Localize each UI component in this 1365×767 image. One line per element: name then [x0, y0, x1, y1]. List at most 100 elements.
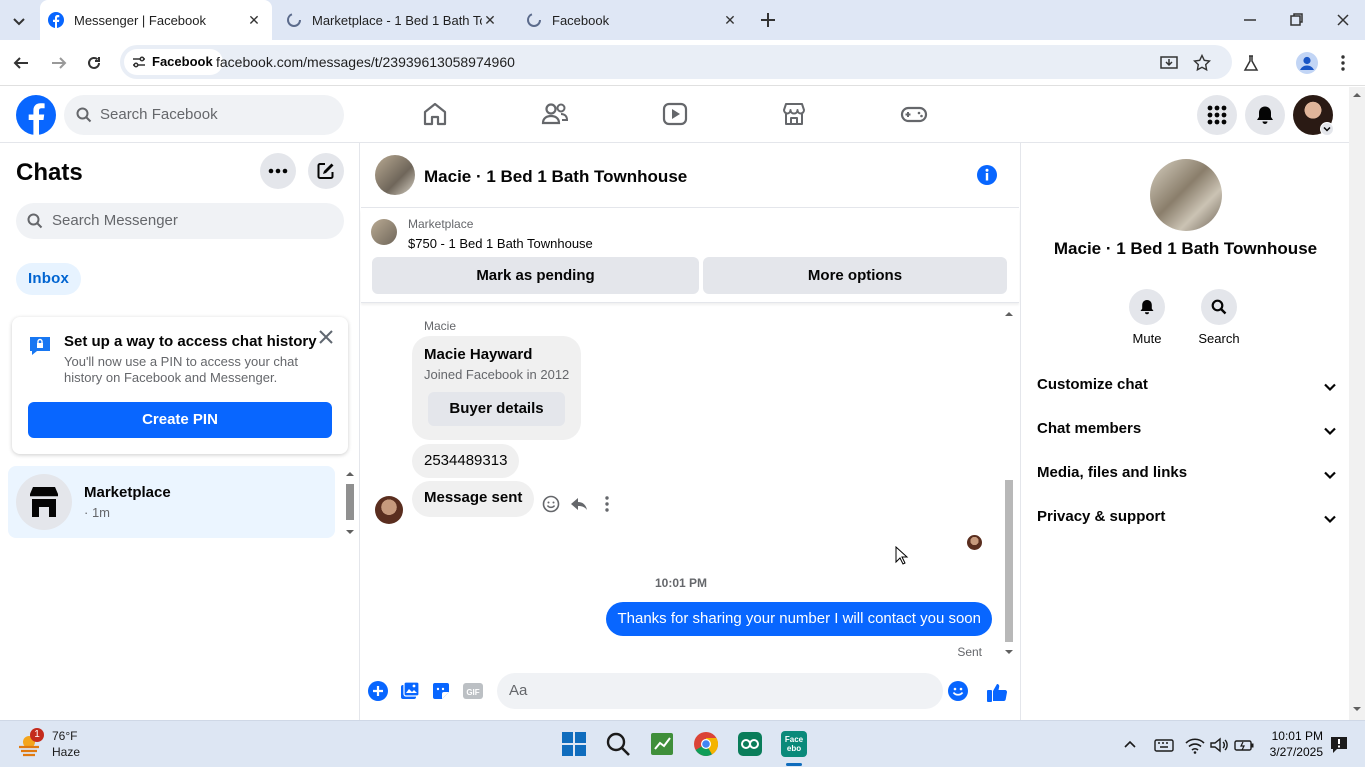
add-plus-icon[interactable]	[367, 680, 389, 702]
details-title: Macie · 1 Bed 1 Bath Townhouse	[1053, 239, 1318, 258]
chrome-icon[interactable]	[691, 729, 721, 759]
minimize-icon[interactable]	[1242, 12, 1258, 28]
watch-video-icon[interactable]	[660, 99, 690, 129]
close-window-icon[interactable]	[1335, 12, 1351, 28]
sender-avatar[interactable]	[375, 496, 403, 524]
marketplace-icon[interactable]	[779, 99, 809, 129]
sticker-icon[interactable]	[430, 680, 452, 702]
thumbs-up-icon[interactable]	[985, 680, 1008, 702]
react-emoji-icon[interactable]	[541, 494, 561, 514]
search-icon	[76, 107, 92, 123]
svg-text:ebo: ebo	[787, 744, 801, 753]
conversation-details-panel: Macie · 1 Bed 1 Bath Townhouse Mute Sear…	[1020, 143, 1349, 720]
friends-icon[interactable]	[540, 99, 570, 129]
seen-by-avatar	[967, 535, 982, 550]
account-chevron-icon[interactable]	[1320, 122, 1334, 136]
menu-grid-button[interactable]	[1197, 95, 1237, 135]
message-input[interactable]: Aa	[497, 673, 943, 709]
search-facebook-input[interactable]: Search Facebook	[64, 95, 344, 135]
install-app-icon[interactable]	[1160, 54, 1178, 72]
details-avatar[interactable]	[1150, 159, 1222, 231]
my-message-bubble[interactable]: Thanks for sharing your number I will co…	[606, 602, 992, 636]
message-status: Sent	[957, 645, 982, 659]
compose-icon	[316, 161, 336, 181]
attach-photo-icon[interactable]	[399, 680, 421, 702]
keyboard-icon[interactable]	[1152, 733, 1176, 757]
omnibox[interactable]: Facebook facebook.com/messages/t/2393961…	[120, 45, 1232, 79]
message-bubble-sent[interactable]: Message sent	[412, 481, 535, 517]
privacy-support-section[interactable]: Privacy & support	[1037, 508, 1337, 532]
marketplace-store-icon	[27, 485, 61, 519]
gif-icon[interactable]: GIF	[462, 680, 484, 702]
tab-label: Facebook	[552, 12, 610, 28]
clock-date[interactable]: 3/27/2025	[1270, 745, 1323, 759]
inbox-filter-tab[interactable]: Inbox	[16, 263, 81, 295]
reload-icon[interactable]	[85, 54, 103, 72]
more-vertical-icon[interactable]	[597, 494, 617, 514]
search-messenger-input[interactable]: Search Messenger	[16, 203, 344, 239]
recorder-app-icon[interactable]	[735, 729, 765, 759]
customize-chat-section[interactable]: Customize chat	[1037, 376, 1337, 400]
chat-lock-icon	[28, 335, 52, 357]
more-options-button[interactable]: More options	[703, 257, 1007, 294]
chat-list-item-marketplace[interactable]: Marketplace · 1m	[8, 466, 335, 538]
page-scrollbar[interactable]	[1349, 87, 1365, 720]
emoji-icon[interactable]	[947, 680, 969, 702]
clock-time[interactable]: 10:01 PM	[1272, 729, 1323, 743]
battery-icon[interactable]	[1232, 733, 1256, 757]
gaming-icon[interactable]	[899, 99, 929, 129]
bookmark-star-icon[interactable]	[1193, 54, 1211, 72]
taskbar-search-icon[interactable]	[603, 729, 633, 759]
home-icon[interactable]	[420, 99, 450, 129]
back-icon[interactable]	[12, 54, 30, 72]
facebook-app-icon[interactable]: Face ebo	[779, 729, 809, 759]
restore-icon[interactable]	[1288, 12, 1304, 28]
buyer-details-button[interactable]: Buyer details	[428, 392, 565, 426]
volume-icon[interactable]	[1207, 733, 1231, 757]
conversation-title[interactable]: Macie · 1 Bed 1 Bath Townhouse	[424, 167, 687, 187]
profile-icon[interactable]	[1296, 52, 1318, 74]
wifi-icon[interactable]	[1183, 733, 1207, 757]
search-action[interactable]: Search	[1189, 289, 1249, 346]
info-icon[interactable]	[976, 164, 998, 186]
thread-scrollbar[interactable]	[1002, 308, 1016, 658]
search-placeholder: Search Messenger	[52, 212, 178, 229]
chats-options-button[interactable]	[260, 153, 296, 189]
reply-icon[interactable]	[569, 494, 589, 514]
message-bubble-number[interactable]: 2534489313	[412, 444, 520, 478]
chevron-down-icon	[1323, 468, 1337, 482]
notifications-button[interactable]	[1245, 95, 1285, 135]
conversation-avatar[interactable]	[375, 155, 415, 195]
forward-icon[interactable]	[50, 54, 68, 72]
media-files-links-section[interactable]: Media, files and links	[1037, 464, 1337, 488]
close-tab-icon[interactable]: ✕	[246, 12, 262, 28]
facebook-logo-icon[interactable]	[16, 95, 56, 135]
chat-members-section[interactable]: Chat members	[1037, 420, 1337, 444]
listing-title[interactable]: $750 - 1 Bed 1 Bath Townhouse	[408, 236, 593, 251]
notification-center-icon[interactable]	[1328, 733, 1350, 757]
browser-menu-icon[interactable]	[1336, 54, 1350, 72]
tab-facebook[interactable]: Facebook ✕	[518, 0, 748, 40]
tab-marketplace[interactable]: Marketplace - 1 Bed 1 Bath Tow ✕	[278, 0, 508, 40]
listing-thumbnail[interactable]	[371, 219, 397, 245]
url-text[interactable]: facebook.com/messages/t/2393961305897496…	[216, 54, 515, 70]
create-pin-button[interactable]: Create PIN	[28, 402, 332, 438]
show-hidden-icons-chevron-icon[interactable]	[1118, 733, 1142, 757]
windows-start-icon[interactable]	[559, 729, 589, 759]
section-label: Privacy & support	[1037, 508, 1166, 525]
tab-messenger[interactable]: Messenger | Facebook ✕	[40, 0, 272, 40]
new-message-button[interactable]	[308, 153, 344, 189]
weather-widget[interactable]: 1 76°F Haze	[16, 728, 106, 762]
tab-list-dropdown-icon[interactable]	[10, 12, 28, 30]
site-info-chip[interactable]: Facebook	[124, 49, 223, 75]
spreadsheet-app-icon[interactable]	[647, 729, 677, 759]
close-tab-icon[interactable]: ✕	[722, 12, 738, 28]
weather-temperature: 76°F	[52, 729, 78, 743]
close-tab-icon[interactable]: ✕	[482, 12, 498, 28]
new-tab-icon[interactable]	[759, 11, 777, 29]
mark-as-pending-button[interactable]: Mark as pending	[372, 257, 699, 294]
chat-list-scrollbar[interactable]	[343, 468, 357, 538]
close-icon[interactable]	[318, 329, 334, 345]
mute-action[interactable]: Mute	[1117, 289, 1177, 346]
labs-flask-icon[interactable]	[1242, 54, 1260, 72]
